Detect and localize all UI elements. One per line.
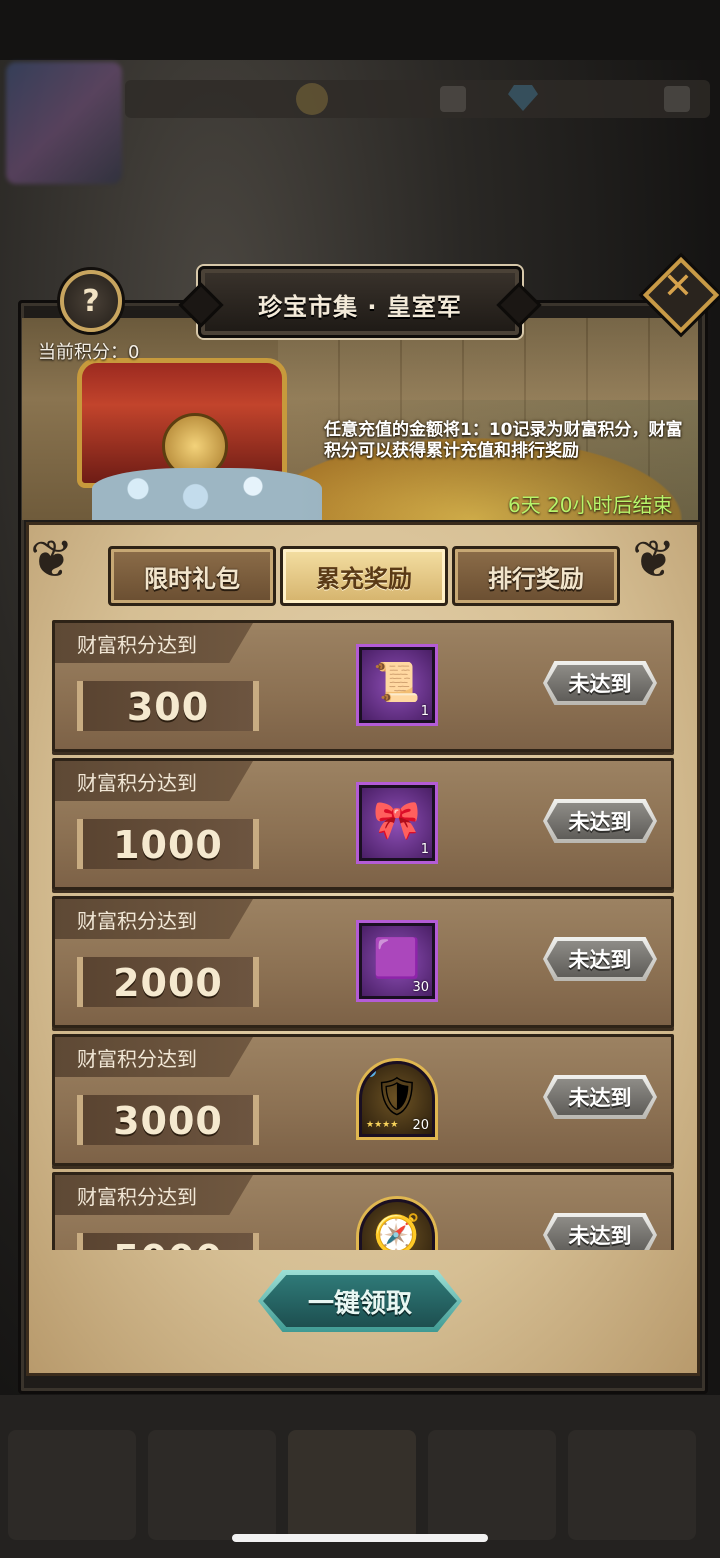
- threshold-value: 300: [126, 685, 210, 729]
- threshold-plate: 3000: [77, 1095, 259, 1145]
- button-label: 未达到: [568, 948, 632, 972]
- row-label-plate: 财富积分达到: [55, 1175, 253, 1215]
- not-reached-button[interactable]: 未达到: [543, 937, 657, 981]
- reward-item[interactable]: 📜 1: [359, 647, 435, 723]
- row-label: 财富积分达到: [77, 633, 197, 657]
- star-rating-icon: ★★★★: [366, 1120, 399, 1130]
- bottom-nav-item: [288, 1430, 416, 1540]
- close-icon: ✕: [662, 266, 694, 307]
- row-label-plate: 财富积分达到: [55, 899, 253, 939]
- reward-item[interactable]: 🧭: [359, 1199, 435, 1250]
- row-label-plate: 财富积分达到: [55, 623, 253, 663]
- reward-row: 财富积分达到 2000 🟪 30 未达到: [52, 896, 674, 1028]
- claim-all-button[interactable]: 一键领取: [258, 1270, 462, 1332]
- not-reached-button[interactable]: 未达到: [543, 1213, 657, 1250]
- player-avatar: [6, 62, 122, 184]
- compass-icon: 🧭: [373, 1212, 421, 1250]
- tab-ranking-reward[interactable]: 排行奖励: [452, 546, 620, 606]
- tab-label: 排行奖励: [488, 564, 584, 593]
- bottom-nav-item: [148, 1430, 276, 1540]
- event-timer: 6天 20小时后结束: [508, 493, 673, 517]
- row-label: 财富积分达到: [77, 909, 197, 933]
- title-plate: 珍宝市集 · 皇室军: [198, 266, 522, 338]
- reward-item[interactable]: 🎀 1: [359, 785, 435, 861]
- threshold-plate: 300: [77, 681, 259, 731]
- resource-bar: [125, 80, 710, 118]
- item-count: 20: [412, 1118, 429, 1133]
- threshold-plate: 1000: [77, 819, 259, 869]
- button-label: 未达到: [568, 672, 632, 696]
- item-count: 1: [420, 704, 429, 719]
- item-count: 1: [420, 842, 429, 857]
- item-count: 30: [412, 980, 429, 995]
- not-reached-button[interactable]: 未达到: [543, 799, 657, 843]
- scroll-bow-icon: 🎀: [373, 798, 421, 842]
- stamp-icon: 🟪: [373, 936, 421, 980]
- reward-item[interactable]: 🛡 ★★★★ 20: [359, 1061, 435, 1137]
- row-label: 财富积分达到: [77, 1047, 197, 1071]
- bottom-nav-item: [428, 1430, 556, 1540]
- tab-label: 累充奖励: [316, 564, 412, 593]
- row-label-plate: 财富积分达到: [55, 1037, 253, 1077]
- add-icon: [664, 86, 690, 112]
- corner-ornament-left: ❦: [30, 530, 74, 590]
- reward-row: 财富积分达到 3000 🛡 ★★★★ 20 未达到: [52, 1034, 674, 1166]
- bottom-nav-item: [568, 1430, 696, 1540]
- gem-pile: [92, 468, 322, 520]
- add-icon: [440, 86, 466, 112]
- question-icon: ?: [82, 283, 100, 319]
- corner-ornament-right: ❦: [632, 530, 676, 590]
- coin-icon: [296, 83, 328, 115]
- event-description: 任意充值的金额将1：10记录为财富积分，财富积分可以获得累计充值和排行奖励: [324, 420, 683, 461]
- reward-row: 财富积分达到 300 📜 1 未达到: [52, 620, 674, 752]
- close-button[interactable]: ✕: [642, 256, 720, 334]
- threshold-value: 2000: [113, 961, 223, 1005]
- reward-list[interactable]: 财富积分达到 300 📜 1 未达到 财富积分达到 1000 🎀 1 未达到 财…: [46, 616, 674, 1250]
- scroll-key-icon: 📜: [373, 660, 421, 704]
- tab-cumulative-recharge[interactable]: 累充奖励: [280, 546, 448, 606]
- row-label: 财富积分达到: [77, 771, 197, 795]
- armor-shard-icon: 🛡: [372, 1074, 422, 1118]
- status-bar-area: [0, 0, 720, 60]
- threshold-plate: 5000: [77, 1233, 259, 1250]
- reward-item[interactable]: 🟪 30: [359, 923, 435, 999]
- score-label: 当前积分：: [38, 342, 128, 363]
- tab-limited-gift[interactable]: 限时礼包: [108, 546, 276, 606]
- threshold-value: 1000: [113, 823, 223, 867]
- threshold-plate: 2000: [77, 957, 259, 1007]
- bottom-nav-item: [8, 1430, 136, 1540]
- home-indicator: [232, 1534, 488, 1542]
- button-label: 未达到: [568, 1086, 632, 1110]
- not-reached-button[interactable]: 未达到: [543, 1075, 657, 1119]
- score-value: 0: [128, 342, 140, 363]
- not-reached-button[interactable]: 未达到: [543, 661, 657, 705]
- reward-row: 财富积分达到 5000 🧭 未达到: [52, 1172, 674, 1250]
- tab-label: 限时礼包: [144, 564, 240, 593]
- row-label-plate: 财富积分达到: [55, 761, 253, 801]
- threshold-value: 5000: [83, 1237, 253, 1250]
- claim-all-label: 一键领取: [307, 1288, 412, 1319]
- reward-row: 财富积分达到 1000 🎀 1 未达到: [52, 758, 674, 890]
- row-label: 财富积分达到: [77, 1185, 197, 1209]
- help-button[interactable]: ?: [60, 270, 122, 332]
- current-score: 当前积分：0: [38, 338, 139, 364]
- threshold-value: 3000: [113, 1099, 223, 1143]
- dialog-title: 珍宝市集 · 皇室军: [258, 293, 462, 321]
- button-label: 未达到: [568, 1224, 632, 1248]
- button-label: 未达到: [568, 810, 632, 834]
